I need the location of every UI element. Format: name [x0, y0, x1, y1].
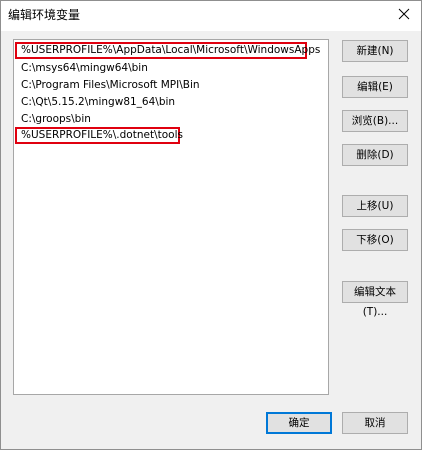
path-list[interactable]: %USERPROFILE%\AppData\Local\Microsoft\Wi… — [13, 39, 329, 395]
browse-button[interactable]: 浏览(B)... — [342, 110, 408, 132]
path-item-label: C:\Qt\5.15.2\mingw81_64\bin — [21, 96, 176, 108]
path-item-label: %USERPROFILE%\AppData\Local\Microsoft\Wi… — [21, 44, 321, 56]
delete-button[interactable]: 删除(D) — [342, 144, 408, 166]
close-button[interactable] — [389, 1, 419, 27]
window-title: 编辑环境变量 — [8, 8, 81, 22]
path-item-label: C:\Program Files\Microsoft MPI\Bin — [21, 79, 200, 91]
cancel-button[interactable]: 取消 — [342, 412, 408, 434]
path-item-microsoft-mpi[interactable]: C:\Program Files\Microsoft MPI\Bin — [15, 77, 327, 94]
move-up-button[interactable]: 上移(U) — [342, 195, 408, 217]
path-item-mingw64[interactable]: C:\msys64\mingw64\bin — [15, 60, 327, 77]
title-bar[interactable]: 编辑环境变量 — [1, 1, 421, 31]
ok-button[interactable]: 确定 — [266, 412, 332, 434]
path-item-groops[interactable]: C:\groops\bin — [15, 111, 327, 128]
move-down-button[interactable]: 下移(O) — [342, 229, 408, 251]
new-button[interactable]: 新建(N) — [342, 40, 408, 62]
close-icon — [398, 8, 410, 20]
path-item-label: %USERPROFILE%\.dotnet\tools — [21, 129, 183, 141]
path-item-label: C:\groops\bin — [21, 113, 91, 125]
path-item-label: C:\msys64\mingw64\bin — [21, 62, 148, 74]
edit-text-button[interactable]: 编辑文本(T)... — [342, 281, 408, 318]
path-item-qt[interactable]: C:\Qt\5.15.2\mingw81_64\bin — [15, 94, 327, 111]
edit-env-variable-dialog: 编辑环境变量 %USERPROFILE%\AppData\Local\Micro… — [0, 0, 422, 450]
path-item-dotnet-tools[interactable]: %USERPROFILE%\.dotnet\tools — [15, 127, 183, 144]
path-item-windowsapps[interactable]: %USERPROFILE%\AppData\Local\Microsoft\Wi… — [15, 42, 320, 59]
edit-button[interactable]: 编辑(E) — [342, 76, 408, 98]
